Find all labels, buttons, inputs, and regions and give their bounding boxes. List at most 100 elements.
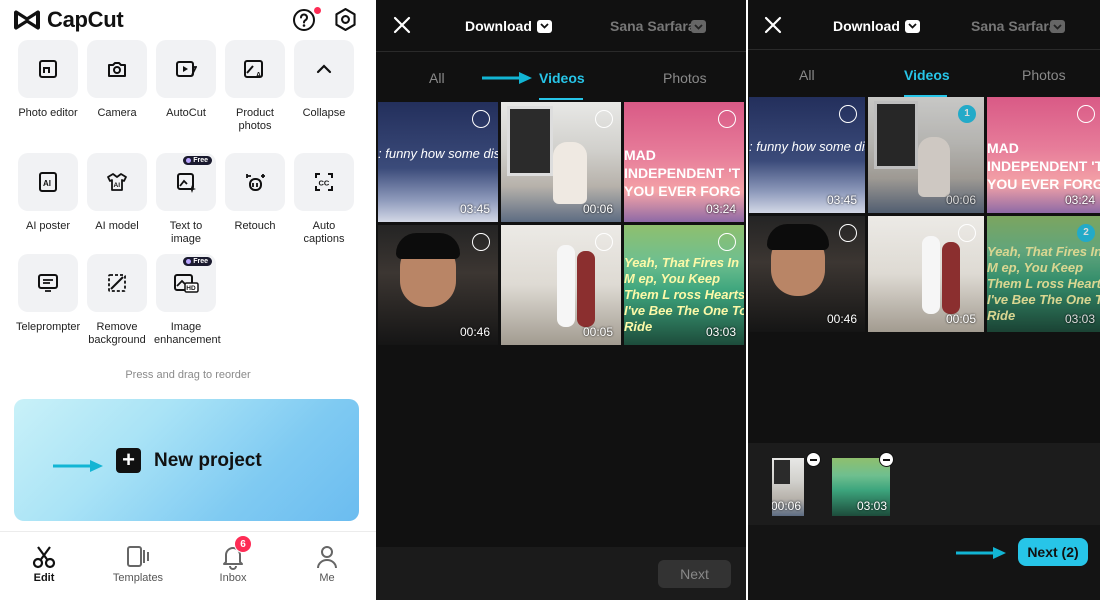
tab-videos[interactable]: Videos — [539, 70, 585, 86]
chevron-down-icon[interactable] — [1050, 20, 1065, 33]
media-item[interactable]: Yeah, That Fires In M ep, You Keep Them … — [624, 225, 744, 345]
tool-label: Image enhancement — [154, 321, 221, 346]
tool-retouch[interactable]: Retouch — [223, 153, 287, 233]
media-picker-screen: Download Sana Sarfara All Videos Photos … — [376, 0, 746, 600]
media-item[interactable]: 00:05 — [868, 216, 984, 332]
tool-remove-background[interactable]: Remove background — [85, 254, 149, 347]
select-circle[interactable] — [839, 105, 857, 123]
selection-number-badge[interactable]: 1 — [958, 105, 976, 123]
selection-number-badge[interactable]: 2 — [1077, 224, 1095, 242]
tray-duration: 00:06 — [772, 499, 801, 513]
media-item[interactable]: : funny how some distan kes everything s… — [749, 97, 865, 213]
video-caption: MAD INDEPENDENT 'T YOU EVER FORG — [624, 147, 741, 199]
media-item-selected[interactable]: 1 00:06 — [868, 97, 984, 213]
help-icon[interactable] — [292, 8, 316, 32]
nav-label: Me — [319, 572, 335, 584]
next-button[interactable]: Next (2) — [1018, 538, 1088, 566]
select-circle[interactable] — [1077, 105, 1095, 123]
media-item[interactable]: 00:05 — [501, 225, 621, 345]
auto-captions-icon: CC — [315, 173, 333, 191]
scissors-icon — [32, 546, 56, 569]
tool-tile[interactable] — [18, 254, 78, 312]
nav-me[interactable]: Me — [292, 544, 362, 584]
tool-tile[interactable] — [294, 40, 354, 98]
tab-videos[interactable]: Videos — [904, 67, 950, 83]
media-item[interactable]: 00:06 — [501, 102, 621, 222]
tool-tile[interactable]: AI — [225, 40, 285, 98]
plus-icon[interactable]: + — [116, 448, 141, 473]
chevron-down-icon[interactable] — [691, 20, 706, 33]
tool-label: Retouch — [234, 220, 276, 232]
tool-image-enhancement[interactable]: Free HD Image enhancement — [154, 254, 221, 347]
tool-tile[interactable]: Free HD — [156, 254, 216, 312]
tool-ai-poster[interactable]: AI AI poster — [16, 153, 80, 233]
next-button[interactable]: Next — [658, 560, 731, 588]
tool-tile[interactable]: CC — [294, 153, 354, 211]
free-badge: Free — [183, 257, 212, 266]
tool-label: Text to image — [169, 220, 203, 245]
tool-tile[interactable]: AI — [18, 153, 78, 211]
tool-camera[interactable]: Camera — [85, 40, 149, 120]
tool-tile[interactable] — [87, 254, 147, 312]
nav-edit[interactable]: Edit — [9, 544, 79, 584]
nav-templates[interactable]: Templates — [103, 544, 173, 584]
select-circle[interactable] — [472, 110, 490, 128]
tool-collapse[interactable]: Collapse — [292, 40, 356, 120]
media-item[interactable]: MAD INDEPENDENT 'T YOU EVER FORG 03:24 — [624, 102, 744, 222]
tool-tile[interactable] — [87, 40, 147, 98]
video-duration: 03:45 — [459, 202, 490, 216]
media-item-selected[interactable]: Yeah, That Fires In M ep, You Keep Them … — [987, 216, 1100, 332]
tab-photos[interactable]: Photos — [663, 70, 707, 86]
album-dropdown[interactable]: Download — [833, 18, 920, 34]
remove-icon[interactable] — [879, 452, 894, 467]
media-item[interactable]: 00:46 — [378, 225, 498, 345]
media-item[interactable]: MAD INDEPENDENT 'T YOU EVER FORG 03:24 — [987, 97, 1100, 213]
video-caption: MAD INDEPENDENT 'T YOU EVER FORG — [987, 140, 1100, 192]
close-icon[interactable] — [393, 16, 411, 34]
tool-product-photos[interactable]: AI Product photos — [223, 40, 287, 133]
select-circle[interactable] — [718, 233, 736, 251]
tab-all[interactable]: All — [799, 67, 815, 83]
select-circle[interactable] — [472, 233, 490, 251]
close-icon[interactable] — [764, 16, 782, 34]
settings-icon[interactable] — [333, 7, 358, 32]
account-dropdown[interactable]: Sana Sarfara — [971, 18, 1061, 34]
select-circle[interactable] — [595, 110, 613, 128]
select-circle[interactable] — [839, 224, 857, 242]
person-figure — [557, 245, 575, 327]
notification-dot — [314, 7, 321, 14]
tray-item[interactable]: 00:06 — [772, 458, 804, 516]
new-project-button[interactable]: New project — [154, 450, 262, 472]
tray-item[interactable]: 03:03 — [832, 458, 890, 516]
product-photos-icon: AI — [244, 60, 263, 79]
tool-tile[interactable]: Free — [156, 153, 216, 211]
tool-teleprompter[interactable]: Teleprompter — [16, 254, 80, 334]
select-circle[interactable] — [958, 224, 976, 242]
tool-photo-editor[interactable]: Photo editor — [16, 40, 80, 120]
person-figure — [577, 251, 595, 327]
tool-label: AI model — [95, 220, 139, 232]
bottom-nav: Edit Templates Inbox Me — [0, 531, 376, 600]
tool-tile[interactable] — [225, 153, 285, 211]
tool-ai-model[interactable]: AI AI model — [85, 153, 149, 233]
tool-label: AutoCut — [166, 107, 206, 119]
tool-auto-captions[interactable]: CC Auto captions — [292, 153, 356, 246]
ai-poster-icon: AI — [39, 172, 57, 192]
nav-label: Edit — [33, 572, 55, 584]
tool-tile[interactable]: AI — [87, 153, 147, 211]
tab-all[interactable]: All — [429, 70, 445, 86]
tab-photos[interactable]: Photos — [1022, 67, 1066, 83]
album-dropdown[interactable]: Download — [465, 18, 552, 34]
media-item[interactable]: : funny how some distan kes everything s… — [378, 102, 498, 222]
media-item[interactable]: 00:46 — [749, 216, 865, 332]
tool-autocut[interactable]: AutoCut — [154, 40, 218, 120]
tool-tile[interactable] — [156, 40, 216, 98]
nav-inbox[interactable]: Inbox — [198, 544, 268, 584]
remove-icon[interactable] — [806, 452, 821, 467]
account-name: Sana Sarfara — [971, 18, 1057, 34]
select-circle[interactable] — [595, 233, 613, 251]
tool-tile[interactable] — [18, 40, 78, 98]
select-circle[interactable] — [718, 110, 736, 128]
autocut-icon — [176, 61, 197, 77]
tool-text-to-image[interactable]: Free Text to image — [154, 153, 218, 246]
